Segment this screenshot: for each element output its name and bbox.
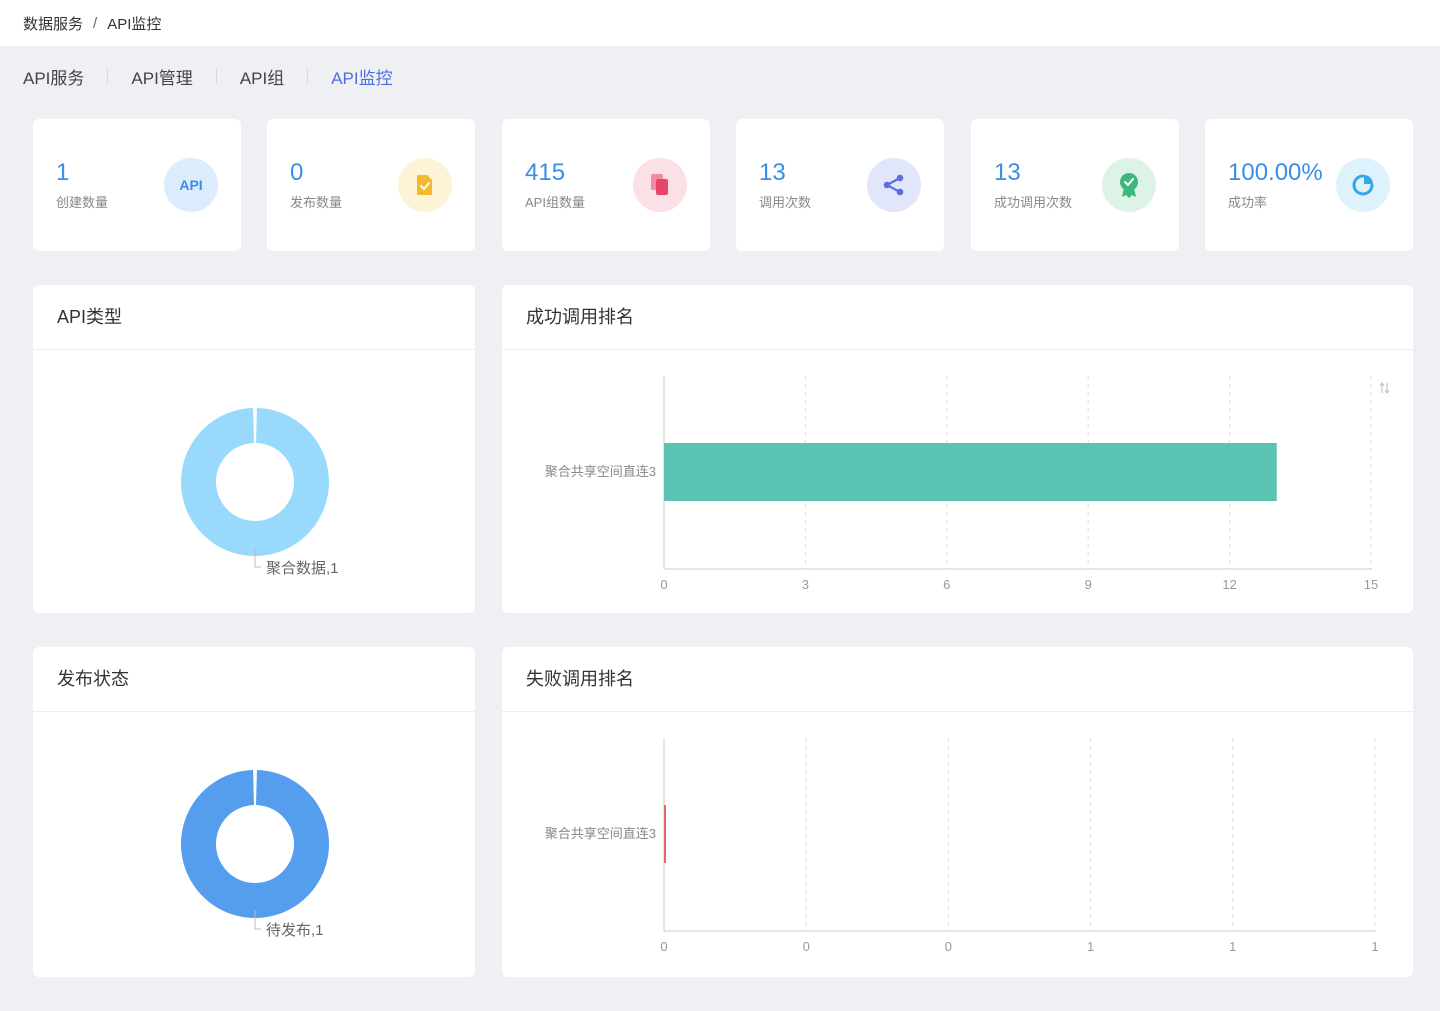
award-icon <box>1102 158 1156 212</box>
panel-title: 发布状态 <box>33 647 475 712</box>
breadcrumb-current: API监控 <box>107 15 162 33</box>
tab-api-management[interactable]: API管理 <box>131 64 192 89</box>
api-icon-text: API <box>179 177 203 193</box>
x-tick-label: 0 <box>945 939 952 954</box>
stat-label: 成功率 <box>1228 195 1268 210</box>
breadcrumb-root[interactable]: 数据服务 <box>23 13 83 34</box>
panel-title: 成功调用排名 <box>502 285 1413 350</box>
stat-card-published: 0 发布数量 <box>267 119 475 251</box>
x-tick-label: 1 <box>1087 939 1094 954</box>
stat-card-success-rate: 100.00% 成功率 <box>1205 119 1413 251</box>
category-label: 聚合共享空间直连3 <box>545 826 656 841</box>
publish-status-panel: 发布状态 待发布,1 <box>33 647 475 977</box>
x-tick-label: 1 <box>1371 939 1378 954</box>
success-rank-panel: 成功调用排名 聚合共享空间直连3 0 3 6 9 12 15 <box>502 285 1413 613</box>
x-tick-label: 9 <box>1085 577 1092 592</box>
stat-value: 1 <box>56 159 70 186</box>
x-tick-label: 0 <box>660 577 667 592</box>
tab-bar: API服务 API管理 API组 API监控 <box>0 46 1440 106</box>
stat-label: 发布数量 <box>290 195 343 210</box>
pie-refresh-icon <box>1336 158 1390 212</box>
stat-card-created: 1 创建数量 API <box>33 119 241 251</box>
category-label: 聚合共享空间直连3 <box>545 464 656 479</box>
tab-api-monitor[interactable]: API监控 <box>331 64 392 89</box>
x-tick-label: 0 <box>803 939 810 954</box>
stat-label: 调用次数 <box>759 195 812 210</box>
x-tick-label: 6 <box>943 577 950 592</box>
bar[interactable] <box>664 805 666 863</box>
breadcrumb-separator: / <box>93 14 98 32</box>
fail-rank-bar-chart: 聚合共享空间直连3 0 0 0 1 1 1 <box>545 738 1379 954</box>
tab-api-group[interactable]: API组 <box>240 64 284 89</box>
api-type-donut-chart: 聚合数据,1 <box>181 408 339 577</box>
stat-value: 415 <box>525 159 566 186</box>
x-tick-label: 12 <box>1222 577 1236 592</box>
stat-card-success-calls: 13 成功调用次数 <box>971 119 1179 251</box>
breadcrumb: 数据服务 / API监控 <box>0 0 1440 46</box>
stat-value: 0 <box>290 159 304 186</box>
stat-value: 13 <box>994 159 1021 186</box>
stat-card-calls: 13 调用次数 <box>736 119 944 251</box>
copy-documents-icon <box>633 158 687 212</box>
stat-label: API组数量 <box>525 195 585 210</box>
publish-document-icon <box>398 158 452 212</box>
panel-title: API类型 <box>33 285 475 350</box>
bar[interactable] <box>664 443 1277 501</box>
tab-divider <box>107 68 109 84</box>
fail-rank-panel: 失败调用排名 聚合共享空间直连3 0 0 0 1 1 1 <box>502 647 1413 977</box>
slice-label: 待发布,1 <box>266 922 324 939</box>
tab-divider <box>307 68 309 84</box>
donut-slice[interactable] <box>181 770 329 918</box>
x-tick-label: 1 <box>1229 939 1236 954</box>
publish-status-donut-chart: 待发布,1 <box>181 770 329 939</box>
stat-value: 13 <box>759 159 786 186</box>
api-type-panel: API类型 聚合数据,1 <box>33 285 475 613</box>
stat-value: 100.00% <box>1228 159 1323 186</box>
donut-slice[interactable] <box>181 408 329 556</box>
x-tick-label: 15 <box>1364 577 1378 592</box>
stat-label: 创建数量 <box>56 195 109 210</box>
tab-divider <box>215 68 217 84</box>
api-icon: API <box>164 158 218 212</box>
share-icon <box>867 158 921 212</box>
x-tick-label: 3 <box>802 577 809 592</box>
stat-card-api-groups: 415 API组数量 <box>502 119 710 251</box>
success-rank-bar-chart: 聚合共享空间直连3 0 3 6 9 12 15 <box>545 376 1390 592</box>
panel-title: 失败调用排名 <box>502 647 1413 712</box>
sort-icon[interactable] <box>1379 382 1390 394</box>
tab-api-service[interactable]: API服务 <box>23 64 84 89</box>
stat-label: 成功调用次数 <box>994 195 1073 210</box>
x-tick-label: 0 <box>660 939 667 954</box>
slice-label: 聚合数据,1 <box>266 560 339 577</box>
